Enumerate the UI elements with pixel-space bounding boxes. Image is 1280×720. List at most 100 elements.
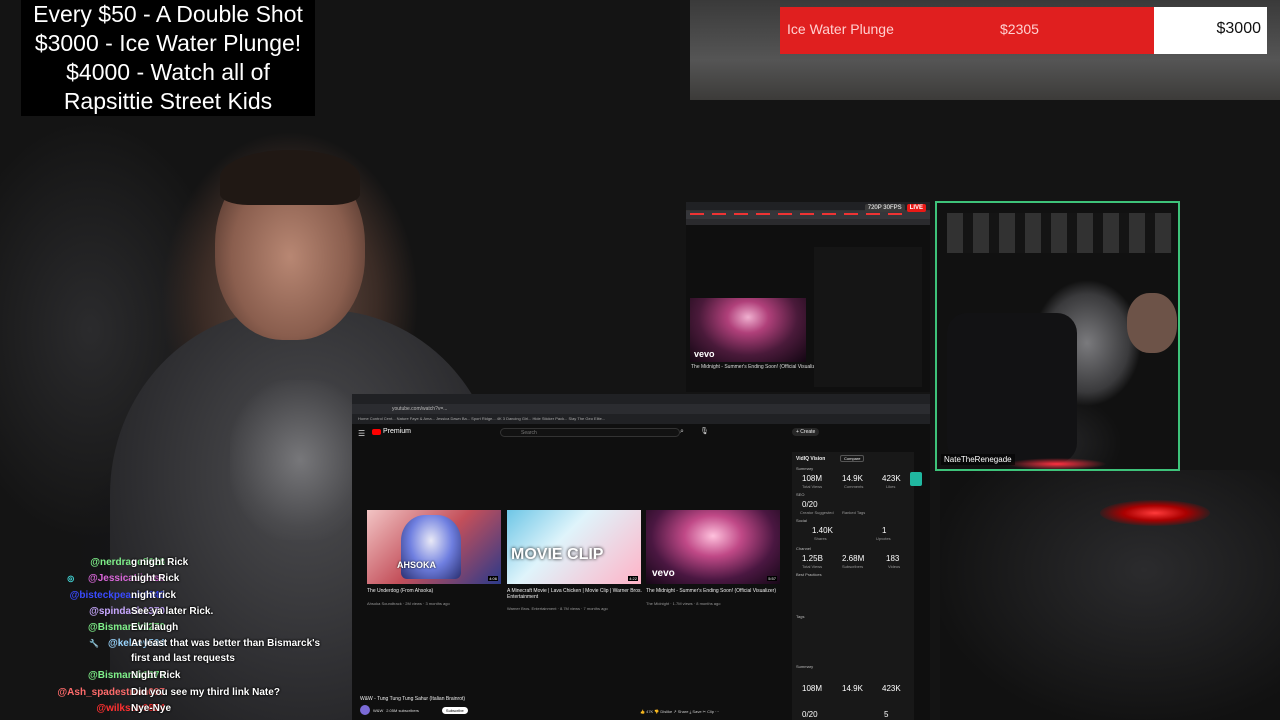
youtube-logo-text: Premium	[383, 428, 412, 435]
videos-label: Videos	[888, 564, 901, 569]
bookmarks-bar: Home Control Cent... Nature Faye & Ama..…	[352, 414, 930, 424]
chat-message: @spindash1370 See ya later Rick.	[20, 604, 320, 620]
video-title[interactable]: The Midnight - Summer's Ending Soon! (Of…	[646, 588, 786, 594]
video-title[interactable]: The Underdog (From Ahsoka)	[367, 588, 507, 594]
best-practices-label: Best Practices	[796, 572, 822, 577]
live-badge: LIVE	[906, 204, 926, 212]
vevo-logo: vevo	[694, 349, 715, 359]
vevo-logo: vevo	[652, 568, 675, 579]
social-label: Social	[796, 518, 807, 523]
chat-text: At least that was better than Bismarck's…	[131, 638, 321, 665]
address-bar[interactable]: youtube.com/watch?v=...	[352, 404, 930, 414]
browser-capture: youtube.com/watch?v=... Home Control Cen…	[352, 394, 930, 720]
goal-progress-bar: Ice Water Plunge $2305 $3000	[780, 7, 1267, 54]
chat-message: @Bismarck1270 Evil laugh	[20, 620, 320, 636]
chat-text: night rick	[131, 589, 177, 601]
subscribers-value: 2.68M	[842, 554, 865, 563]
search-icon[interactable]: ⌕	[680, 428, 684, 436]
ranked-tags-label: Ranked Tags	[842, 510, 866, 515]
tags-label: Tags	[796, 614, 805, 619]
stream-badges: 720P 30FPS LIVE	[864, 204, 926, 212]
castle-wall	[947, 213, 1172, 253]
views-label: Total Views	[802, 484, 823, 489]
recliner	[947, 313, 1077, 463]
video-thumbnail[interactable]: AHSOKA 4:06	[367, 510, 501, 584]
shares-value: 1.40K	[812, 526, 833, 535]
chat-badge-icon: ◎	[67, 574, 75, 584]
video-duration: 4:06	[488, 576, 498, 581]
microphone-icon[interactable]: 🎙	[700, 427, 709, 435]
channel-row: W&W 2.05M subscribers Subscribe	[360, 705, 468, 715]
youtube-logo[interactable]: Premium	[372, 428, 411, 435]
chat-badge-icon: 🔧	[89, 639, 99, 649]
video-duration: 5:57	[767, 576, 777, 581]
video-duration: 4:22	[628, 576, 638, 581]
vidiq-panel-small	[814, 247, 922, 387]
goal-line: $3000 - Ice Water Plunge!	[34, 30, 302, 56]
likes-value: 423K	[882, 474, 901, 483]
comments-value-2: 14.9K	[842, 684, 863, 693]
donation-goals-overlay: Every $50 - A Double Shot $3000 - Ice Wa…	[21, 0, 315, 116]
views-value-2: 108M	[802, 684, 823, 693]
seo-score-label: Creator Suggested	[800, 510, 834, 515]
comments-label: Comments	[844, 484, 864, 489]
goal-target-amount: $3000	[1216, 20, 1262, 37]
address-text: youtube.com/watch?v=...	[392, 406, 448, 412]
vidiq-toggle[interactable]	[910, 472, 922, 486]
views-value: 108M	[802, 474, 823, 483]
compare-dropdown[interactable]: Compare	[840, 455, 865, 462]
chat-message: @Bismarck1270 Night Rick	[20, 668, 320, 684]
chat-text: night Rick	[131, 573, 180, 585]
video-title: The Midnight - Summer's Ending Soon! (Of…	[691, 364, 821, 370]
seo-label: SEO	[796, 492, 805, 497]
seo-score-2: 0/20	[802, 710, 818, 719]
chat-message: @Ash_spadestrom097 Did you see my third l…	[20, 685, 320, 701]
comments-value: 14.9K	[842, 474, 863, 483]
video-thumbnail[interactable]: MOVIE CLIP 4:22	[507, 510, 641, 584]
channel-name[interactable]: W&W	[373, 708, 383, 713]
avatar[interactable]	[360, 705, 370, 715]
subscribers-label: Subscribers	[842, 564, 864, 569]
youtube-play-icon	[372, 428, 381, 435]
video-meta: The Midnight · 1.7M views · 8 months ago	[646, 601, 721, 606]
person	[1127, 293, 1177, 353]
thumbnail-text: AHSOKA	[397, 560, 437, 570]
video-thumbnail[interactable]: vevo 5:57	[646, 510, 780, 584]
chat-text: Did you see my third link Nate?	[131, 686, 280, 698]
search-input[interactable]: Search	[500, 428, 680, 437]
create-button[interactable]: + Create	[792, 428, 820, 436]
second-camera: NateTheRenegade	[935, 201, 1180, 471]
goal-line: $4000 - Watch all of	[66, 59, 270, 85]
video-meta: Warner Bros. Entertainment · 8.7M views …	[507, 606, 608, 611]
seo-score: 0/20	[802, 500, 818, 509]
chat-text: Evil laugh	[131, 622, 179, 634]
goal-line: Every $50 - A Double Shot	[33, 1, 303, 27]
small-browser-capture: 720P 30FPS LIVE vevo The Midnight - Summ…	[686, 202, 930, 392]
chat-message: ◎ @JessicaLiesse night Rick	[20, 571, 320, 587]
player-video-title: W&W - Tung Tung Tung Sahur (Italian Brai…	[360, 696, 466, 702]
goal-name: Ice Water Plunge	[787, 21, 894, 37]
video-title[interactable]: A Minecraft Movie | Lava Chicken | Movie…	[507, 588, 647, 600]
bookmarks-bar	[686, 219, 930, 225]
vidiq-panel: VidIQ Vision Compare Summary 108M Total …	[792, 452, 922, 720]
tab-strip	[352, 394, 930, 407]
goal-line: Rapsittie Street Kids	[63, 88, 273, 114]
youtube-header: ☰ Premium Search ⌕ 🎙 + Create	[352, 424, 930, 442]
subscriber-count: 2.05M subscribers	[386, 707, 419, 713]
videos-value: 183	[886, 554, 900, 563]
streamer-hair	[220, 150, 360, 205]
chat-message: @nerdrage3626 g night Rick	[20, 555, 320, 571]
channel-views-label: Total Views	[802, 564, 823, 569]
menu-icon[interactable]: ☰	[358, 429, 365, 438]
chat-text: Night Rick	[131, 670, 181, 682]
rgb-light	[1100, 500, 1210, 526]
video-meta: Ahsoka Soundtrack · 2M views · 3 months …	[367, 601, 450, 606]
video-thumbnail: vevo	[690, 298, 806, 362]
subscribe-button[interactable]: Subscribe	[441, 706, 468, 714]
video-actions[interactable]: 👍 47K 👎 Dislike ↗ Share ⤓ Save ✂ Clip ⋯	[640, 709, 719, 714]
channel-label: Channel	[796, 546, 811, 551]
vidiq-title: VidIQ Vision	[796, 456, 826, 462]
thumbnail-text: MOVIE CLIP	[511, 546, 604, 563]
camera-name-label: NateTheRenegade	[941, 454, 1015, 465]
chat-overlay: @nerdrage3626 g night Rick ◎ @JessicaLiesse…	[20, 555, 320, 717]
